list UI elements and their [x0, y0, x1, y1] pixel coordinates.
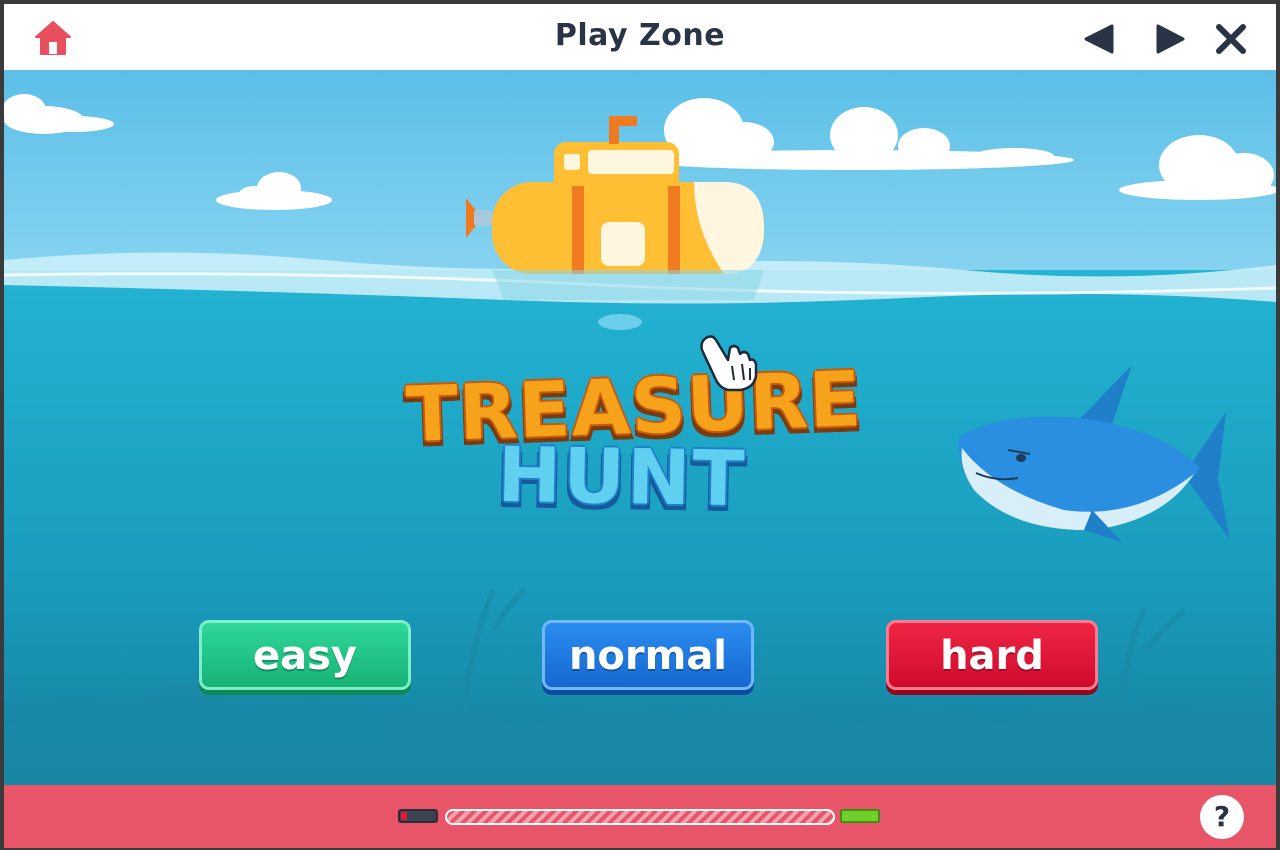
triangle-right-icon	[1156, 24, 1185, 54]
battery-low-icon	[398, 809, 438, 823]
battery-full-icon	[840, 809, 880, 823]
hand-pointer-icon	[700, 335, 758, 392]
footer-bar: ?	[4, 785, 1276, 848]
next-button[interactable]	[1152, 22, 1186, 56]
close-button[interactable]	[1214, 22, 1248, 56]
normal-button[interactable]: normal	[542, 620, 754, 690]
title-bar: Play Zone	[4, 4, 1276, 71]
normal-button-label: normal	[568, 633, 728, 679]
game-window: Play Zone TREASURE HUNT easy normal hard…	[4, 4, 1276, 848]
hard-button-label: hard	[940, 633, 1044, 679]
progress-bar	[445, 809, 835, 825]
easy-button[interactable]: easy	[199, 620, 411, 690]
previous-button[interactable]	[1082, 22, 1116, 56]
close-x-icon	[1216, 24, 1246, 54]
game-scene: TREASURE HUNT easy normal hard	[4, 70, 1276, 785]
triangle-left-icon	[1084, 24, 1114, 54]
easy-button-label: easy	[252, 633, 357, 679]
hard-button[interactable]: hard	[886, 620, 1098, 690]
help-button[interactable]: ?	[1200, 795, 1244, 839]
